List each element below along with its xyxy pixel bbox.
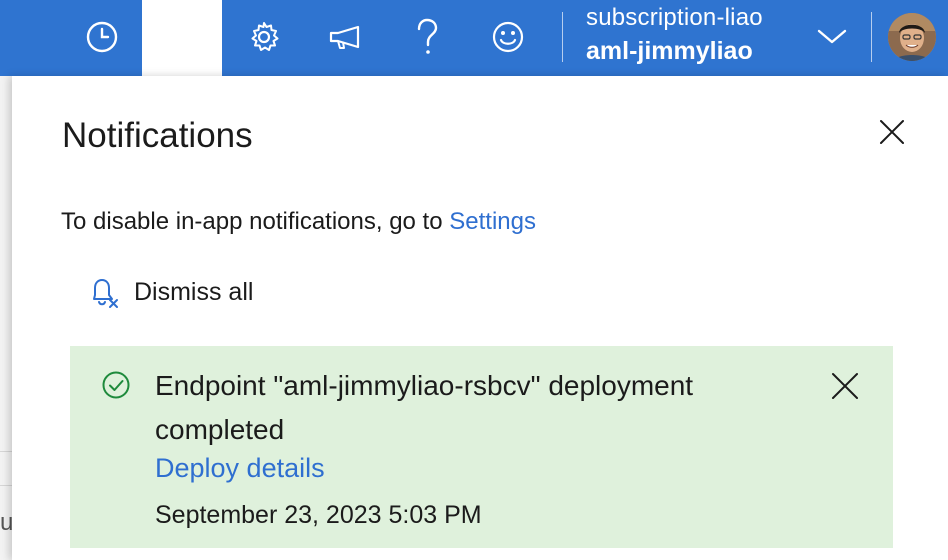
avatar[interactable] [888, 13, 936, 61]
settings-link[interactable]: Settings [449, 208, 536, 235]
settings-button[interactable] [241, 14, 287, 60]
info-message: To disable in-app notifications, go to [61, 208, 450, 235]
account-dropdown-button[interactable] [812, 16, 852, 56]
workspace-name: aml-jimmyliao [586, 37, 753, 65]
top-bar: subscription-liao aml-jimmyliao [0, 0, 948, 76]
notification-message: Endpoint "aml-jimmyliao-rsbcv" deploymen… [155, 370, 694, 445]
clock-icon [86, 21, 118, 53]
toolbar-divider [562, 12, 563, 62]
help-button[interactable] [404, 14, 450, 60]
underlying-divider [0, 485, 12, 486]
success-check-icon [102, 371, 130, 399]
chevron-down-icon [817, 29, 847, 44]
notification-timestamp: September 23, 2023 5:03 PM [155, 501, 482, 529]
deploy-details-link[interactable]: Deploy details [155, 449, 325, 487]
dismiss-all-button[interactable]: Dismiss all [86, 274, 253, 310]
toolbar-divider-2 [871, 12, 872, 62]
account-switcher[interactable]: subscription-liao aml-jimmyliao [586, 2, 826, 68]
notification-card: Endpoint "aml-jimmyliao-rsbcv" deploymen… [70, 346, 893, 548]
panel-title: Notifications [62, 116, 253, 155]
feedback-announcements-button[interactable] [322, 14, 368, 60]
active-tab[interactable] [142, 0, 222, 76]
bell-dismiss-icon [86, 274, 122, 310]
subscription-name: subscription-liao [586, 4, 763, 31]
smiley-icon [492, 21, 524, 53]
gear-icon [251, 22, 279, 51]
info-text: To disable in-app notifications, go to S… [61, 206, 536, 238]
underlying-page [0, 76, 12, 560]
underlying-divider [0, 451, 12, 452]
recent-button[interactable] [79, 14, 125, 60]
notifications-panel: Notifications To disable in-app notifica… [12, 76, 948, 560]
user-photo-icon [888, 13, 936, 61]
close-panel-button[interactable] [872, 112, 912, 152]
close-icon [832, 373, 858, 399]
dismiss-notification-button[interactable] [825, 366, 865, 406]
close-icon [880, 120, 904, 144]
question-icon [417, 18, 438, 54]
feedback-button[interactable] [485, 14, 531, 60]
dismiss-all-label: Dismiss all [134, 277, 254, 306]
megaphone-icon [329, 25, 360, 49]
